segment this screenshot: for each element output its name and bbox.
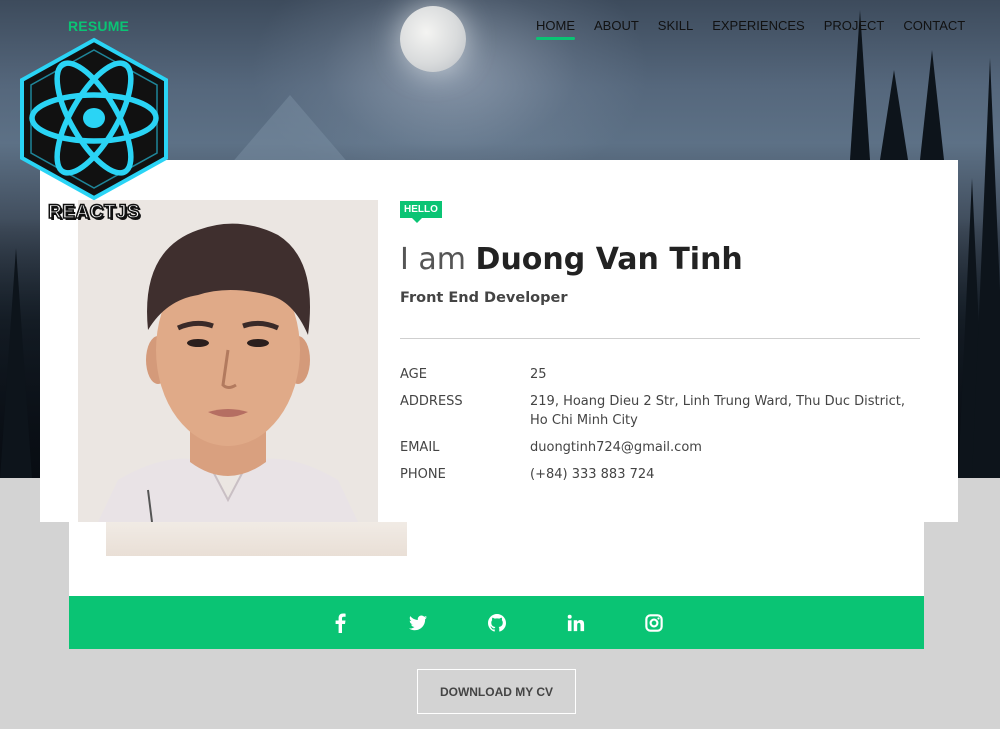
twitter-icon[interactable] bbox=[407, 612, 429, 634]
moon-image bbox=[400, 6, 466, 72]
nav-about[interactable]: ABOUT bbox=[594, 18, 639, 37]
profile-info: AGE 25 ADDRESS 219, Hoang Dieu 2 Str, Li… bbox=[400, 365, 920, 492]
tree bbox=[972, 58, 1000, 478]
profile-heading: I am Duong Van Tinh bbox=[400, 242, 743, 277]
photo-bottom-strip bbox=[106, 522, 407, 556]
tree bbox=[0, 248, 32, 478]
info-row-email: EMAIL duongtinh724@gmail.com bbox=[400, 438, 920, 457]
heading-prefix: I am bbox=[400, 242, 466, 277]
nav-home[interactable]: HOME bbox=[536, 18, 575, 40]
mountain-peak bbox=[230, 95, 350, 165]
hello-tag: HELLO bbox=[400, 201, 442, 223]
tree bbox=[880, 70, 908, 160]
info-key: AGE bbox=[400, 367, 427, 382]
info-value[interactable]: (+84) 333 883 724 bbox=[530, 465, 920, 484]
info-row-phone: PHONE (+84) 333 883 724 bbox=[400, 465, 920, 484]
linkedin-icon[interactable] bbox=[565, 612, 587, 634]
nav-contact[interactable]: CONTACT bbox=[903, 18, 965, 37]
info-row-address: ADDRESS 219, Hoang Dieu 2 Str, Linh Trun… bbox=[400, 392, 920, 430]
info-key: PHONE bbox=[400, 467, 446, 482]
nav-project[interactable]: PROJECT bbox=[824, 18, 885, 37]
profile-role: Front End Developer bbox=[400, 290, 568, 306]
social-bar bbox=[69, 596, 924, 649]
info-value: 219, Hoang Dieu 2 Str, Linh Trung Ward, … bbox=[530, 394, 905, 428]
nav-experiences[interactable]: EXPERIENCES bbox=[712, 18, 804, 37]
divider bbox=[400, 338, 920, 339]
info-value: 25 bbox=[530, 367, 547, 382]
info-key: ADDRESS bbox=[400, 394, 463, 409]
brand-logo[interactable]: RESUME bbox=[68, 18, 129, 34]
profile-name: Duong Van Tinh bbox=[475, 242, 743, 277]
react-badge-label: REACTJS bbox=[47, 201, 141, 224]
github-icon[interactable] bbox=[486, 612, 508, 634]
info-key: EMAIL bbox=[400, 440, 440, 455]
info-value[interactable]: duongtinh724@gmail.com bbox=[530, 438, 920, 457]
download-cv-button[interactable]: DOWNLOAD MY CV bbox=[417, 669, 576, 714]
tree bbox=[920, 50, 944, 160]
info-row-age: AGE 25 bbox=[400, 365, 920, 384]
facebook-icon[interactable] bbox=[329, 612, 351, 634]
profile-photo bbox=[78, 200, 378, 522]
main-nav: HOME ABOUT SKILL EXPERIENCES PROJECT CON… bbox=[536, 18, 984, 40]
nav-skill[interactable]: SKILL bbox=[658, 18, 693, 37]
instagram-icon[interactable] bbox=[643, 612, 665, 634]
